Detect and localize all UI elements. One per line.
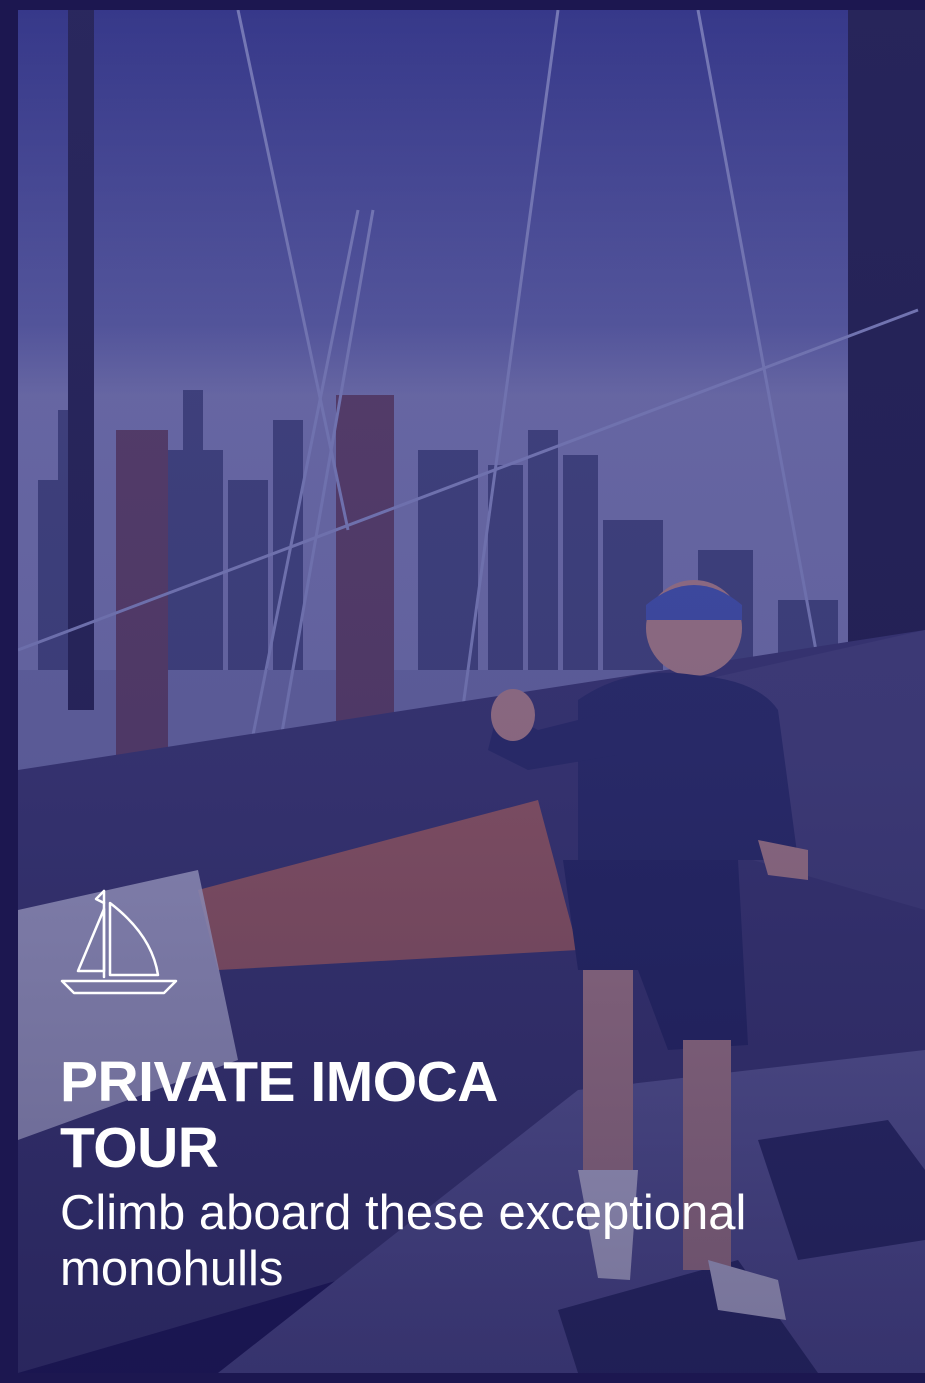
sailboat-icon	[60, 889, 178, 995]
card-title: PRIVATE IMOCA TOUR	[60, 1050, 498, 1180]
card-subtitle: Climb aboard these exceptional monohulls	[60, 1186, 747, 1296]
tour-card[interactable]: PRIVATE IMOCA TOUR Climb aboard these ex…	[18, 10, 925, 1373]
card-content: PRIVATE IMOCA TOUR Climb aboard these ex…	[60, 885, 920, 1297]
